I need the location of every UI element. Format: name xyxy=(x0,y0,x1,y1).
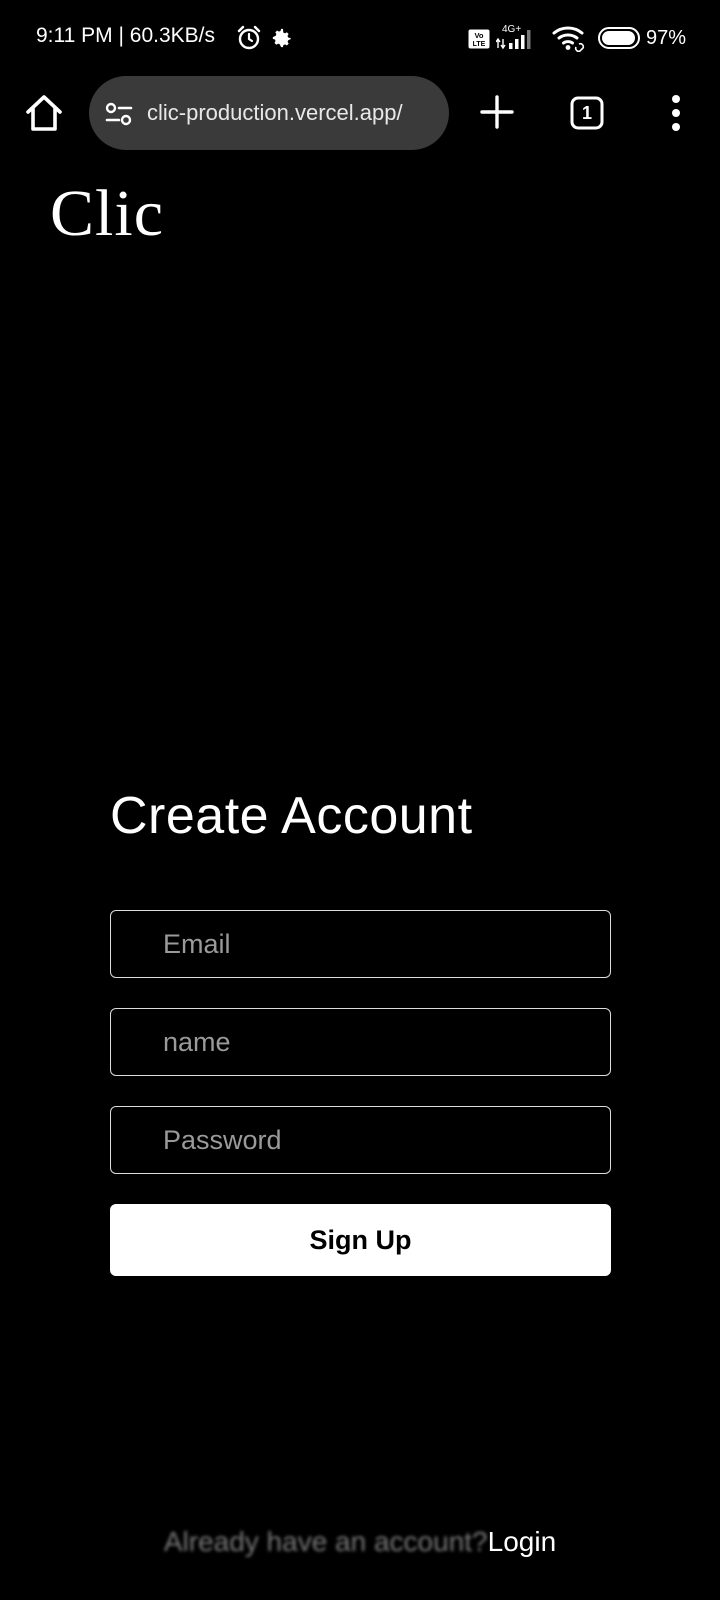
page-title: Create Account xyxy=(110,787,473,845)
more-vertical-icon xyxy=(672,95,680,131)
name-field[interactable] xyxy=(110,1008,611,1076)
svg-text:LTE: LTE xyxy=(473,41,486,48)
login-row: Already have an account?Login xyxy=(0,1526,720,1558)
login-link[interactable]: Login xyxy=(488,1526,557,1557)
battery-icon xyxy=(598,27,640,49)
browser-menu-button[interactable] xyxy=(662,92,690,134)
url-text[interactable]: clic-production.vercel.app/ xyxy=(147,100,441,126)
wifi-icon xyxy=(552,26,585,52)
home-button[interactable] xyxy=(24,92,64,134)
site-settings-icon[interactable] xyxy=(105,102,133,126)
password-field[interactable] xyxy=(110,1106,611,1174)
clic-logo[interactable]: Clic xyxy=(50,176,164,252)
browser-toolbar: clic-production.vercel.app/ 1 xyxy=(0,76,720,154)
tab-switcher-button[interactable]: 1 xyxy=(570,96,604,130)
status-time-speed: 9:11 PM | 60.3KB/s xyxy=(36,24,215,47)
home-icon xyxy=(26,95,62,131)
login-prompt: Already have an account? xyxy=(163,1526,488,1557)
tab-count: 1 xyxy=(581,103,592,123)
alarm-icon xyxy=(237,25,261,50)
email-field[interactable] xyxy=(110,910,611,978)
screen: 9:11 PM | 60.3KB/s Vo LTE 4G+ 97% clic-p… xyxy=(0,0,720,1600)
address-bar[interactable]: clic-production.vercel.app/ xyxy=(89,76,449,150)
sign-up-button[interactable]: Sign Up xyxy=(110,1204,611,1276)
status-bar: 9:11 PM | 60.3KB/s Vo LTE 4G+ 97% xyxy=(0,0,720,76)
svg-text:Vo: Vo xyxy=(474,31,483,40)
new-tab-button[interactable] xyxy=(480,94,514,130)
battery-percent: 97% xyxy=(646,27,687,49)
volte-icon: Vo LTE xyxy=(468,29,490,49)
gear-icon xyxy=(272,28,292,48)
signal-icon xyxy=(496,30,531,50)
plus-icon xyxy=(480,95,514,129)
